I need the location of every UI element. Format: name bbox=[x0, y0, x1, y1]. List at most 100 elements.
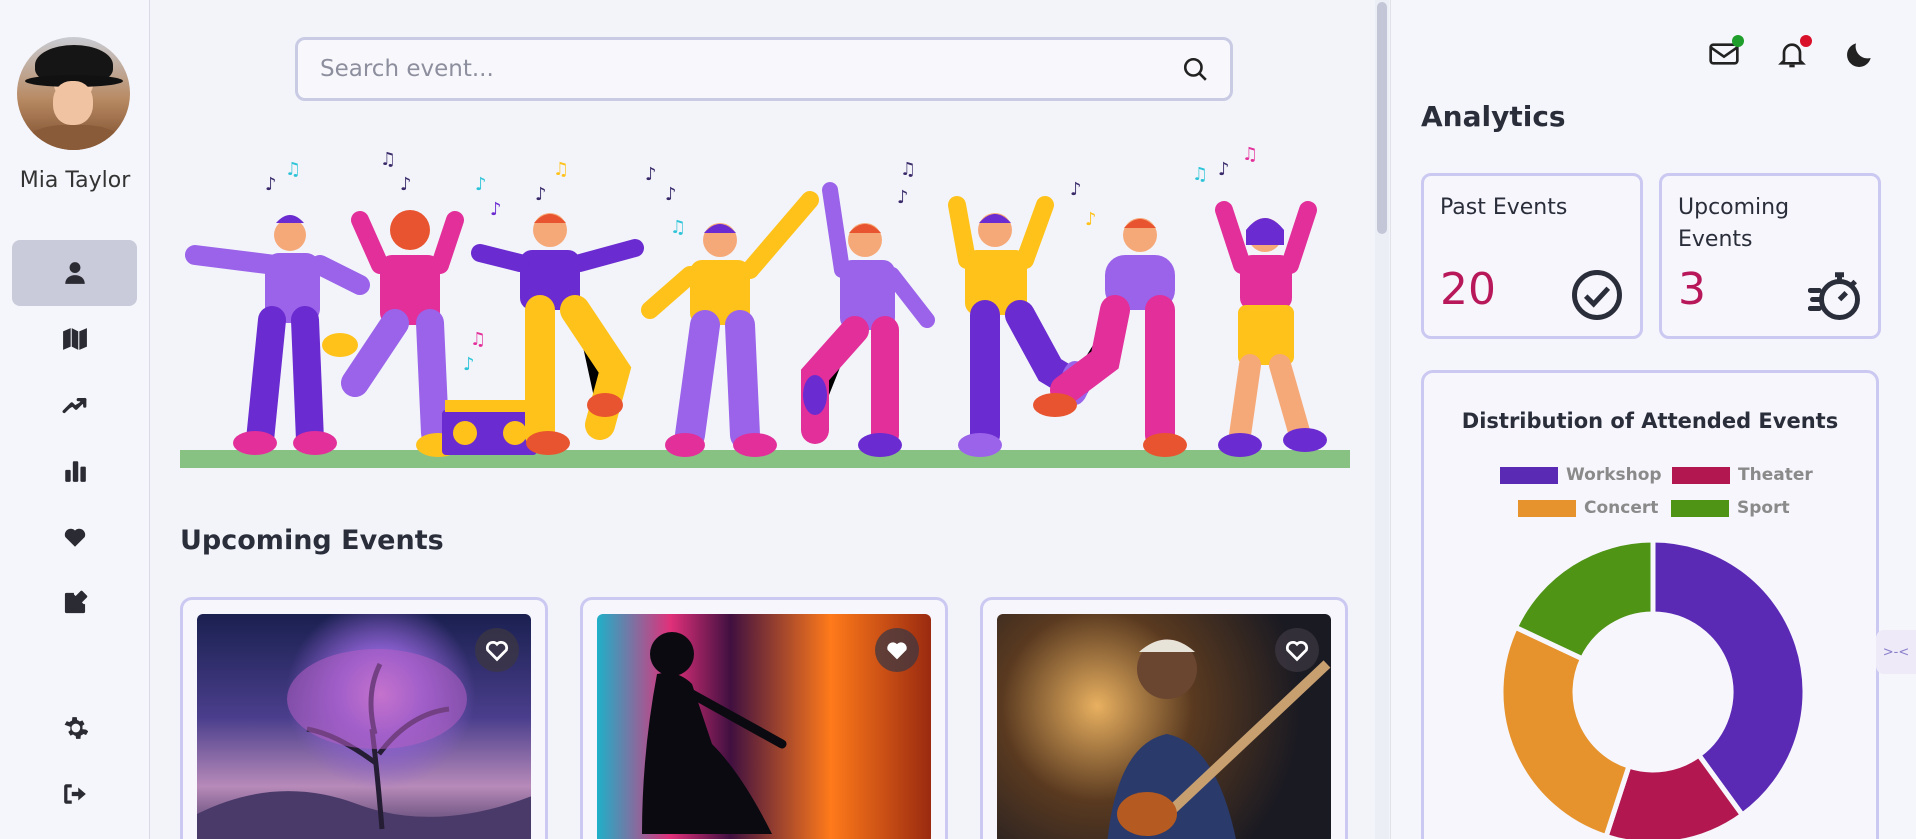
sidebar-nav bbox=[12, 240, 137, 636]
notifications-button[interactable] bbox=[1776, 35, 1812, 70]
sidebar-bottom bbox=[12, 695, 137, 827]
trending-up-icon bbox=[62, 397, 86, 414]
search-input[interactable] bbox=[320, 56, 1182, 82]
past-events-label: Past Events bbox=[1440, 195, 1568, 220]
nav-map[interactable] bbox=[12, 306, 137, 372]
main-content: ♪♫ ♫♪ ♪♪ ♪♫ ♪♪♫ ♫♪ ♪♪ ♫♪♫ ♫♪ Upcoming Ev… bbox=[150, 0, 1375, 839]
svg-text:♫: ♫ bbox=[1192, 164, 1208, 185]
main-scrollbar[interactable] bbox=[1375, 0, 1389, 839]
dancer-figure bbox=[1215, 201, 1327, 457]
svg-text:♫: ♫ bbox=[900, 159, 916, 180]
bar-chart-icon bbox=[64, 461, 86, 482]
svg-text:♪: ♪ bbox=[645, 164, 657, 185]
chart-title: Distribution of Attended Events bbox=[1461, 409, 1839, 433]
check-circle-icon bbox=[1572, 270, 1622, 320]
event-card[interactable] bbox=[980, 597, 1348, 839]
event-card[interactable] bbox=[180, 597, 548, 839]
legend-item-theater[interactable]: Theater bbox=[1672, 465, 1813, 485]
dancer-figure bbox=[641, 191, 819, 457]
scrollbar-thumb[interactable] bbox=[1377, 2, 1387, 234]
svg-text:♪: ♪ bbox=[490, 199, 502, 220]
nav-edit[interactable] bbox=[12, 570, 137, 636]
event-cards bbox=[180, 597, 1350, 839]
svg-text:♪: ♪ bbox=[400, 174, 412, 195]
dark-mode-toggle[interactable] bbox=[1844, 38, 1876, 70]
analytics-panel: Analytics Past Events 20 Upcoming Events… bbox=[1390, 0, 1916, 839]
legend-item-concert[interactable]: Concert bbox=[1518, 498, 1658, 518]
legend-swatch bbox=[1671, 499, 1729, 517]
legend-item-workshop[interactable]: Workshop bbox=[1500, 465, 1662, 485]
svg-text:♪: ♪ bbox=[1085, 209, 1097, 230]
header-actions bbox=[1708, 35, 1876, 70]
favorite-button[interactable] bbox=[1275, 628, 1319, 672]
hero-illustration-dancers: ♪♫ ♫♪ ♪♪ ♪♫ ♪♪♫ ♫♪ ♪♪ ♫ ♪♫ ♫♪ bbox=[180, 145, 1350, 468]
svg-text:♪: ♪ bbox=[665, 184, 677, 205]
dancer-figure bbox=[1033, 218, 1187, 457]
event-image bbox=[197, 614, 531, 839]
edit-icon bbox=[64, 590, 87, 614]
svg-text:♫: ♫ bbox=[553, 159, 569, 180]
svg-text:♫: ♫ bbox=[285, 159, 301, 180]
past-events-card[interactable]: Past Events 20 bbox=[1421, 173, 1643, 339]
avatar[interactable] bbox=[17, 37, 130, 150]
user-icon bbox=[64, 262, 85, 284]
event-image bbox=[997, 614, 1331, 839]
legend-label: Theater bbox=[1738, 465, 1813, 485]
svg-text:♪: ♪ bbox=[475, 174, 487, 195]
svg-text:♪: ♪ bbox=[535, 184, 547, 205]
legend-swatch bbox=[1500, 466, 1558, 484]
event-card[interactable] bbox=[580, 597, 948, 839]
sidebar: Mia Taylor bbox=[0, 0, 150, 839]
nav-settings[interactable] bbox=[12, 695, 137, 761]
nav-profile[interactable] bbox=[12, 240, 137, 306]
favorite-button[interactable] bbox=[475, 628, 519, 672]
donut-slice-concert[interactable] bbox=[1499, 623, 1633, 839]
svg-text:♫: ♫ bbox=[670, 217, 686, 238]
dancer-figure bbox=[948, 196, 1090, 457]
upcoming-events-label: Upcoming Events bbox=[1678, 195, 1790, 252]
svg-text:♪: ♪ bbox=[1218, 159, 1230, 180]
event-image bbox=[597, 614, 931, 839]
heart-icon bbox=[64, 528, 85, 547]
side-panel-toggle[interactable]: >-< bbox=[1876, 630, 1916, 674]
notification-dot bbox=[1800, 35, 1812, 47]
legend-item-sport[interactable]: Sport bbox=[1671, 498, 1790, 518]
legend-swatch bbox=[1672, 466, 1730, 484]
app: Mia Taylor Search event... ♪ ♫ ♫ ♪ ♪ ♪ ♪… bbox=[0, 0, 1916, 839]
nav-favorites[interactable] bbox=[12, 504, 137, 570]
user-name: Mia Taylor bbox=[19, 168, 131, 193]
messages-button[interactable] bbox=[1708, 35, 1744, 70]
legend-label: Sport bbox=[1737, 498, 1790, 518]
svg-text:♫: ♫ bbox=[470, 329, 486, 350]
search-icon[interactable] bbox=[1182, 56, 1208, 82]
heart-outline-icon bbox=[1285, 641, 1309, 662]
heart-filled-icon bbox=[887, 642, 907, 660]
svg-text:♪: ♪ bbox=[897, 187, 909, 208]
boombox bbox=[442, 400, 537, 455]
past-events-value: 20 bbox=[1440, 264, 1496, 315]
svg-text:♪: ♪ bbox=[1070, 179, 1082, 200]
donut-chart bbox=[1499, 538, 1807, 839]
analytics-title: Analytics bbox=[1421, 100, 1566, 133]
dancer-figure bbox=[801, 182, 935, 457]
logout-icon bbox=[63, 784, 86, 804]
search-bar[interactable] bbox=[295, 37, 1233, 101]
svg-text:♫: ♫ bbox=[1242, 145, 1258, 165]
upcoming-events-card[interactable]: Upcoming Events 3 bbox=[1659, 173, 1881, 339]
nav-stats[interactable] bbox=[12, 438, 137, 504]
dancer-figure bbox=[322, 210, 464, 457]
distribution-chart-card: Distribution of Attended Events Workshop… bbox=[1421, 370, 1879, 839]
mail-status-dot bbox=[1732, 35, 1744, 47]
stopwatch-icon bbox=[1808, 272, 1860, 320]
upcoming-events-title: Upcoming Events bbox=[180, 525, 444, 556]
nav-logout[interactable] bbox=[12, 761, 137, 827]
map-icon bbox=[62, 328, 87, 350]
favorite-button[interactable] bbox=[875, 628, 919, 672]
legend-label: Workshop bbox=[1566, 465, 1662, 485]
svg-text:♫: ♫ bbox=[380, 149, 396, 170]
upcoming-events-value: 3 bbox=[1678, 264, 1706, 315]
svg-text:♪: ♪ bbox=[265, 174, 277, 195]
nav-trending[interactable] bbox=[12, 372, 137, 438]
moon-icon bbox=[1847, 43, 1871, 67]
svg-text:♪: ♪ bbox=[463, 354, 475, 375]
